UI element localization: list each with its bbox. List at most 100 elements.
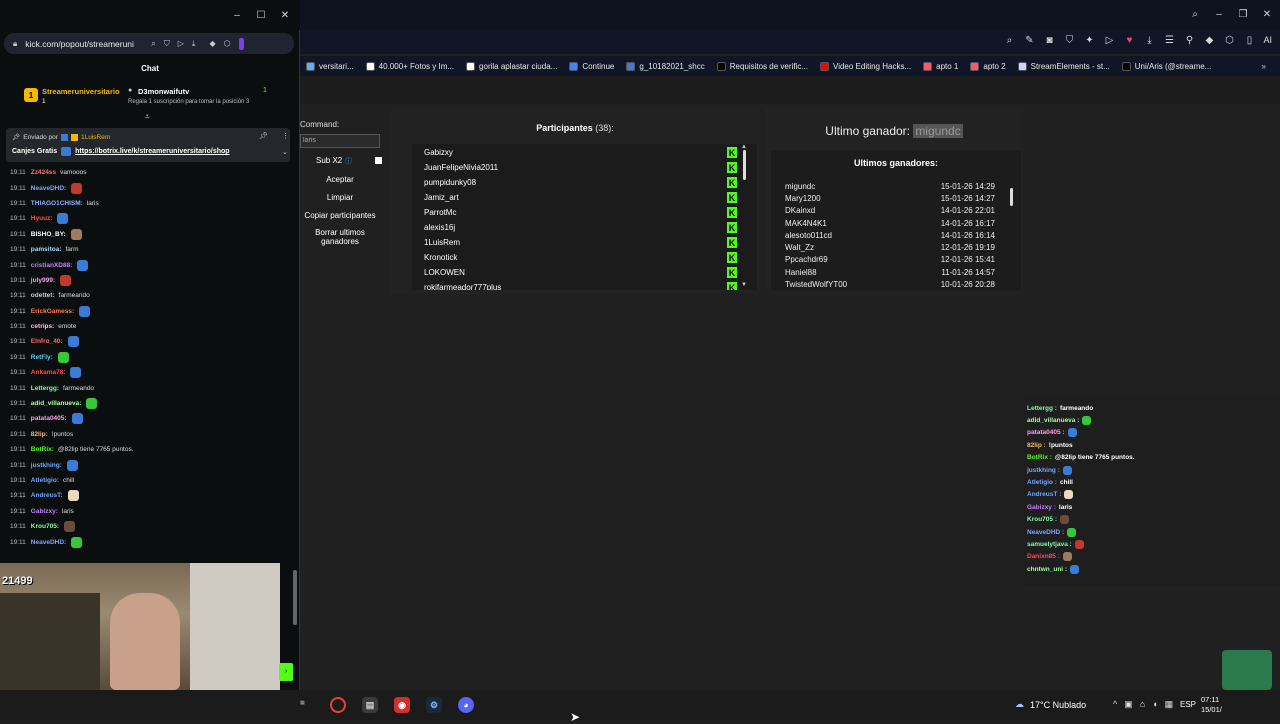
bookmark-item[interactable]: 40.000+ Fotos y Im... (360, 61, 460, 71)
download-icon[interactable]: ⤓ (192, 39, 196, 49)
participant-row[interactable]: Kronotick K (424, 250, 757, 265)
chat-username[interactable]: cristianXD88: (31, 262, 73, 269)
chrome-icon[interactable] (330, 697, 346, 713)
heart-icon[interactable]: ♥ (1123, 34, 1135, 46)
menu-icon[interactable]: ☰ (1163, 34, 1175, 46)
close-icon[interactable]: ✕ (279, 9, 291, 21)
participant-row[interactable]: Jamiz_art K (424, 190, 757, 205)
restore-icon[interactable]: ☐ (255, 9, 267, 21)
search-icon[interactable]: ⌕ (1189, 8, 1201, 20)
edit-icon[interactable]: ✎ (1023, 34, 1035, 46)
winners-list[interactable]: migundc 15-01-26 14:29 Mary1200 15-01-26 14… (785, 180, 995, 288)
tray-chevron-icon[interactable]: ^ (1113, 699, 1117, 710)
scroll-down-icon[interactable]: ▼ (741, 282, 747, 288)
close-icon[interactable]: ✕ (1261, 8, 1273, 20)
chat-username[interactable]: THIAGO1CHISM: (31, 200, 83, 207)
extension-icon[interactable]: ✦ (1083, 34, 1095, 46)
clock[interactable]: 07:11 15/01/ (1201, 695, 1222, 715)
bookmark-item[interactable]: g_10182021_shcc (620, 61, 710, 71)
taskbar-widget-icon[interactable]: ▦ (300, 700, 305, 706)
restore-icon[interactable]: ❐ (1237, 8, 1249, 20)
chat-username[interactable]: Ankama78: (31, 369, 66, 376)
winners-scrollbar[interactable] (1010, 188, 1013, 206)
chat-username[interactable]: BISHO_BY: (31, 231, 66, 238)
participant-row[interactable]: rokifarmeador777plus K (424, 280, 757, 290)
app-red-icon[interactable]: ◉ (394, 697, 410, 713)
pin-icon[interactable]: 📌︎ (259, 132, 268, 140)
bookmark-item[interactable]: Video Editing Hacks... (814, 61, 917, 71)
search-icon[interactable]: ⌕ (151, 39, 155, 49)
participants-list[interactable]: Gabizxy K JuanFelipeNivia2011 Kpumpidunky08… (412, 144, 757, 290)
chat-username[interactable]: 82lip: (31, 431, 48, 438)
participant-row[interactable]: 1LuisRem K (424, 235, 757, 250)
chat-username[interactable]: ErickGamess: (31, 308, 74, 315)
chat-username[interactable]: Hyuuz: (31, 215, 53, 222)
chat-username[interactable]: justkhing: (31, 462, 62, 469)
chat-username[interactable]: AndreusT: (31, 492, 63, 499)
chat-username[interactable]: Zz424ss (31, 169, 56, 176)
chat-username[interactable]: adid_villanueva: (31, 400, 82, 407)
chat-username[interactable]: Atletigio: (31, 477, 59, 484)
chat-username[interactable]: pamsitoa: (31, 246, 62, 253)
bookmark-item[interactable]: apto 2 (964, 61, 1011, 71)
bookmark-item[interactable]: gorila aplastar ciuda... (460, 61, 563, 71)
shield-icon[interactable]: ⛉ (164, 39, 170, 49)
bookmark-item[interactable]: StreamElements - st... (1012, 61, 1116, 71)
play-icon[interactable]: ▷ (1103, 34, 1115, 46)
bookmark-item[interactable]: Continue (563, 61, 620, 71)
chat-username[interactable]: Krou705: (31, 523, 59, 530)
shield-icon[interactable]: ⛉ (1063, 34, 1075, 46)
chat-username[interactable]: NeaveDHD: (31, 539, 66, 546)
participant-row[interactable]: JuanFelipeNivia2011 K (424, 160, 757, 175)
more-options-icon[interactable]: ⋮ (282, 132, 289, 140)
download-icon[interactable]: ⤓ (1143, 34, 1155, 46)
bookmarks-overflow-icon[interactable]: » (1262, 62, 1266, 71)
pinned-link[interactable]: https://botrix.live/k/streameruniversita… (75, 148, 229, 155)
participant-row[interactable]: ParrotMc K (424, 205, 757, 220)
cube-icon[interactable]: ⬡ (224, 39, 231, 48)
chat-username[interactable]: RetFly: (31, 354, 53, 361)
cube-icon[interactable]: ⬡ (1223, 34, 1235, 46)
collapse-icon[interactable]: ⩡ (145, 112, 150, 122)
copy-participants-button[interactable]: Copiar participantes (300, 211, 380, 220)
camera-icon[interactable]: ◙ (1043, 34, 1055, 46)
chat-username[interactable]: july999: (31, 277, 55, 284)
chat-username[interactable]: patata0405: (31, 415, 67, 422)
chat-username[interactable]: Lettergg: (31, 385, 59, 392)
command-input[interactable] (300, 133, 380, 148)
chat-username[interactable]: Elnfro_40: (31, 338, 63, 345)
accept-button[interactable]: Aceptar (300, 175, 380, 184)
chat-scrollbar[interactable] (293, 570, 297, 625)
scroll-up-icon[interactable]: ▲ (741, 144, 747, 150)
bookmark-item[interactable]: Uni/Aris (@streame... (1116, 61, 1218, 71)
participant-row[interactable]: LOKOWEN K (424, 265, 757, 280)
sidebar-icon[interactable]: ▯ (1243, 34, 1255, 46)
tray-network-icon[interactable]: ⌂ (1140, 699, 1145, 710)
minimize-icon[interactable]: – (1213, 8, 1225, 20)
play-icon[interactable]: ▷ (178, 39, 184, 48)
discord-icon[interactable]: ◕ (458, 697, 474, 713)
sub-x2-checkbox[interactable] (375, 157, 382, 164)
wallet-icon[interactable]: ◆ (209, 39, 215, 48)
bookmark-item[interactable]: apto 1 (917, 61, 964, 71)
sidebar-icon[interactable] (238, 37, 244, 50)
send-button[interactable]: › (279, 663, 293, 681)
wallet-icon[interactable]: ◆ (1203, 34, 1215, 46)
info-icon[interactable]: ⓘ (345, 156, 352, 166)
chat-username[interactable]: Gabizxy: (31, 508, 58, 515)
bookmark-item[interactable]: versitari... (300, 61, 360, 71)
steam-icon[interactable]: ⚙ (426, 697, 442, 713)
minimize-icon[interactable]: – (231, 9, 243, 21)
language-indicator[interactable]: ESP (1180, 700, 1196, 709)
clear-winners-button[interactable]: Borrar ultimos ganadores (300, 228, 380, 246)
clear-button[interactable]: Limpiar (300, 193, 380, 202)
zoom-icon[interactable]: ⌕ (1003, 34, 1015, 46)
tray-volume-icon[interactable]: ◖ (1152, 699, 1157, 710)
bookmark-item[interactable]: Requisitos de verific... (711, 61, 814, 71)
chat-username[interactable]: NeaveDHD: (31, 185, 66, 192)
address-bar[interactable]: 🔒︎ kick.com/popout/streameruni ⌕ ⛉ ▷ ⤓ ◆… (4, 33, 294, 54)
chat-username[interactable]: odettet: (31, 292, 55, 299)
chat-username[interactable]: BotRix: (31, 446, 54, 453)
participant-row[interactable]: Gabizxy K (424, 145, 757, 160)
file-explorer-icon[interactable]: ▤ (362, 697, 378, 713)
